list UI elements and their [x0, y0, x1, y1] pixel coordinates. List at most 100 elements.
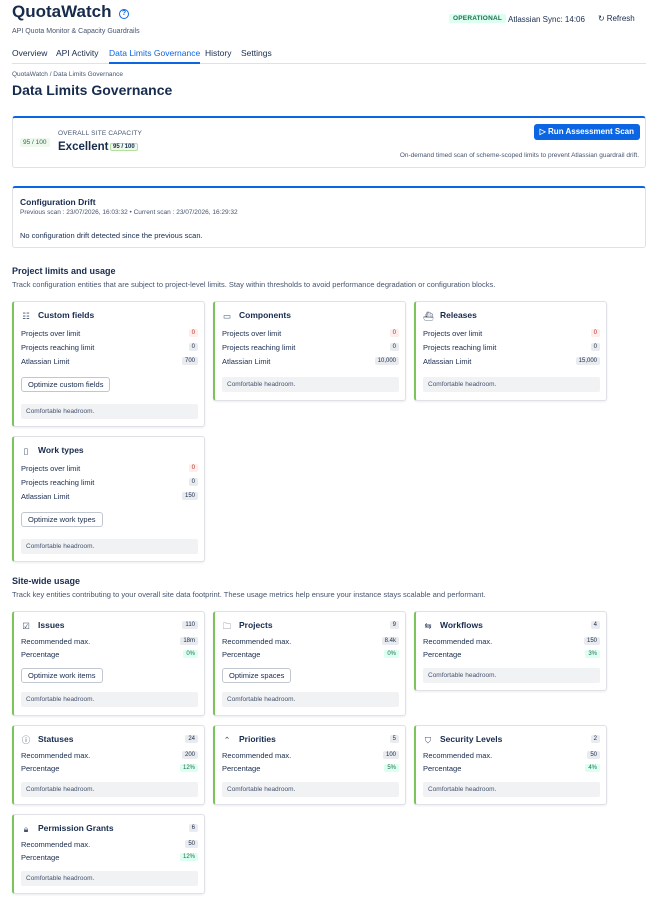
capacity-note: On-demand timed scan of scheme-scoped li…	[399, 152, 639, 159]
refresh-label: Refresh	[606, 14, 635, 23]
percentage-value: 4%	[585, 764, 600, 772]
headroom-note: Comfortable headroom.	[21, 404, 198, 419]
row-label: Recommended max.	[222, 637, 292, 646]
headroom-note: Comfortable headroom.	[222, 377, 399, 392]
headroom-note: Comfortable headroom.	[21, 782, 198, 797]
over-limit-value: 0	[188, 329, 198, 337]
card-workflows: ⇆ Workflows 4 Recommended max. 150 Percenta…	[414, 611, 607, 691]
box-icon: ▭	[222, 311, 232, 321]
row-label: Recommended max.	[21, 751, 91, 760]
row-label: Recommended max.	[222, 751, 292, 760]
tab-data-limits-governance[interactable]: Data Limits Governance	[109, 48, 201, 64]
sync-status: Atlassian Sync: 14:06	[508, 15, 585, 24]
app-subtitle: API Quota Monitor & Capacity Guardrails	[12, 28, 140, 35]
device-icon: ▯	[23, 446, 29, 456]
over-limit-value: 0	[590, 329, 600, 337]
reaching-limit-value: 0	[389, 343, 399, 351]
card-title: Priorities	[239, 734, 276, 744]
over-limit-value: 0	[188, 464, 198, 472]
reaching-limit-value: 0	[188, 478, 198, 486]
optimize-work-types-button[interactable]: Optimize work types	[21, 512, 103, 527]
max-value: 18m	[180, 637, 198, 645]
status-badge: OPERATIONAL	[449, 14, 507, 23]
shield-icon: ⛉	[424, 735, 432, 745]
optimize-work-items-button[interactable]: Optimize work items	[21, 668, 103, 683]
row-label: Recommended max.	[21, 637, 91, 646]
row-label: Recommended max.	[21, 840, 91, 849]
card-title: Work types	[38, 445, 84, 455]
tab-overview[interactable]: Overview	[12, 48, 47, 58]
tab-settings[interactable]: Settings	[241, 48, 272, 58]
row-label: Projects reaching limit	[423, 343, 497, 352]
card-priorities: ⌃ Priorities 5 Recommended max. 100 Percent…	[213, 725, 406, 805]
row-label: Projects reaching limit	[222, 343, 296, 352]
row-label: Projects reaching limit	[21, 343, 95, 352]
info-icon: ⓘ	[21, 735, 31, 745]
row-label: Atlassian Limit	[222, 357, 271, 366]
card-permission-grants: 🔒︎ Permission Grants 6 Recommended max. 50 …	[12, 814, 205, 894]
row-label: Projects over limit	[222, 329, 282, 338]
row-label: Percentage	[21, 650, 60, 659]
max-value: 200	[181, 751, 198, 759]
percentage-value: 0%	[183, 650, 198, 658]
drift-meta: Previous scan : 23/07/2026, 16:03:32 • C…	[20, 209, 238, 216]
max-value: 50	[587, 751, 600, 759]
chevron-up-icon: ⌃	[223, 735, 231, 745]
card-title: Issues	[38, 620, 65, 630]
count-badge: 6	[188, 824, 198, 832]
tab-history[interactable]: History	[205, 48, 231, 58]
run-assessment-scan-button[interactable]: ▷ Run Assessment Scan	[533, 124, 640, 140]
project-section-desc: Track configuration entities that are su…	[12, 280, 496, 289]
optimize-spaces-button[interactable]: Optimize spaces	[222, 668, 292, 683]
card-work-types: ▯ Work types Projects over limit 0 Project…	[12, 436, 205, 562]
headroom-note: Comfortable headroom.	[21, 692, 198, 707]
optimize-custom-fields-button[interactable]: Optimize custom fields	[21, 377, 111, 392]
card-statuses: ⓘ Statuses 24 Recommended max. 200 Percenta…	[12, 725, 205, 805]
row-label: Percentage	[222, 764, 261, 773]
list-icon: ☷	[22, 311, 30, 321]
app-title: QuotaWatch	[12, 2, 112, 21]
card-title: Statuses	[38, 734, 74, 744]
card-issues: ☑ Issues 110 Recommended max. 18m Percentag…	[12, 611, 205, 716]
breadcrumb: QuotaWatch / Data Limits Governance	[12, 71, 124, 78]
count-badge: 9	[389, 621, 399, 629]
row-label: Percentage	[222, 650, 261, 659]
row-label: Projects over limit	[21, 329, 81, 338]
tab-api-activity[interactable]: API Activity	[56, 48, 99, 58]
card-title: Releases	[440, 310, 477, 320]
card-custom-fields: ☷ Custom fields Projects over limit 0 Proj…	[12, 301, 205, 427]
card-title: Permission Grants	[38, 823, 114, 833]
refresh-button[interactable]: ↻ Refresh	[598, 14, 635, 23]
help-icon[interactable]: ?	[119, 9, 129, 19]
capacity-panel: 95 / 100 OVERALL SITE CAPACITY Excellent…	[12, 116, 646, 168]
max-value: 8.4k	[381, 637, 399, 645]
card-title: Custom fields	[38, 310, 95, 320]
over-limit-value: 0	[389, 329, 399, 337]
row-label: Projects over limit	[423, 329, 483, 338]
refresh-icon: ↻	[598, 14, 605, 23]
percentage-value: 3%	[585, 650, 600, 658]
count-badge: 110	[182, 621, 198, 629]
row-label: Projects reaching limit	[21, 478, 95, 487]
reaching-limit-value: 0	[188, 343, 198, 351]
max-value: 50	[185, 840, 198, 848]
config-drift-panel: Configuration Drift Previous scan : 23/0…	[12, 186, 646, 248]
headroom-note: Comfortable headroom.	[423, 668, 600, 683]
max-value: 150	[583, 637, 600, 645]
card-security-levels: ⛉ Security Levels 2 Recommended max. 50 Per…	[414, 725, 607, 805]
app-header: QuotaWatch ? API Quota Monitor & Capacit…	[12, 2, 646, 38]
checkbox-icon: ☑	[22, 621, 30, 631]
row-label: Atlassian Limit	[423, 357, 472, 366]
page-title: Data Limits Governance	[12, 82, 173, 98]
percentage-value: 12%	[179, 764, 198, 772]
row-label: Percentage	[21, 853, 60, 862]
card-releases: ⛴ Releases Projects over limit 0 Projects …	[414, 301, 607, 401]
percentage-value: 5%	[384, 764, 399, 772]
capacity-mini-score: 95 / 100	[110, 143, 138, 151]
ship-icon: ⛴	[423, 311, 434, 321]
count-badge: 5	[389, 735, 399, 743]
max-value: 100	[382, 751, 399, 759]
row-label: Recommended max.	[423, 751, 493, 760]
project-section-title: Project limits and usage	[12, 266, 116, 276]
reaching-limit-value: 0	[590, 343, 600, 351]
